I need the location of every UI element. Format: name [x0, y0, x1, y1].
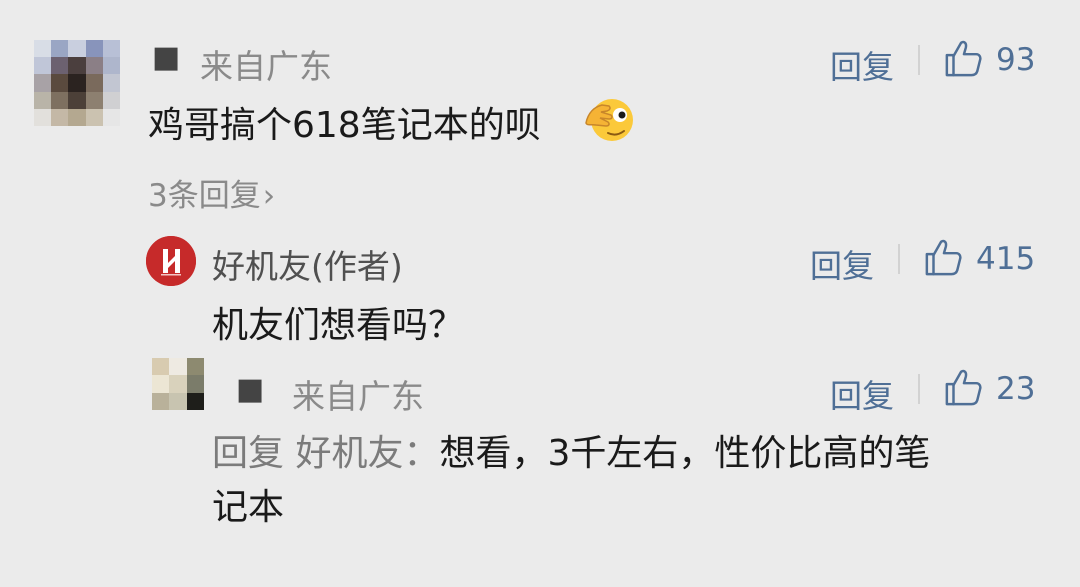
view-replies-link[interactable]: 3条回复›: [148, 170, 275, 215]
like-count: 23: [996, 371, 1036, 407]
thumbs-up-icon[interactable]: [944, 38, 982, 78]
reply-target[interactable]: 好机友：: [295, 433, 439, 474]
divider: [898, 244, 900, 274]
avatar[interactable]: [152, 358, 204, 410]
comment-text: 想看，3千左右，性价比高的笔: [439, 433, 931, 474]
thumbs-up-icon[interactable]: [924, 237, 962, 277]
reply-button[interactable]: 回复: [830, 371, 894, 417]
thumbs-up-icon[interactable]: [944, 367, 982, 407]
author-username[interactable]: 好机友(作者): [212, 240, 403, 288]
username-icon: ■: [236, 372, 265, 407]
reply-comment-line: 回复 好机友：想看，3千左右，性价比高的笔: [212, 424, 930, 476]
reply-prefix: 回复: [212, 433, 285, 474]
face-with-hand-over-eye-emoji: [584, 93, 636, 145]
view-replies-label: 3条回复: [148, 178, 261, 214]
reply-button[interactable]: 回复: [810, 241, 874, 287]
reply-button[interactable]: 回复: [830, 42, 894, 88]
comment-text-continued: 记本: [212, 487, 285, 528]
divider: [918, 45, 920, 75]
like-count: 93: [996, 42, 1036, 78]
username[interactable]: 来自广东: [200, 40, 332, 88]
divider: [918, 374, 920, 404]
chevron-right-icon: ›: [262, 178, 276, 214]
username[interactable]: 来自广东: [292, 370, 424, 418]
username-icon: ■: [152, 40, 181, 75]
author-avatar[interactable]: [146, 236, 196, 286]
comment-text: 机友们想看吗？: [212, 305, 465, 346]
avatar[interactable]: [34, 40, 120, 126]
comment-text: 鸡哥搞个618笔记本的呗: [148, 105, 541, 146]
like-count: 415: [976, 241, 1036, 277]
